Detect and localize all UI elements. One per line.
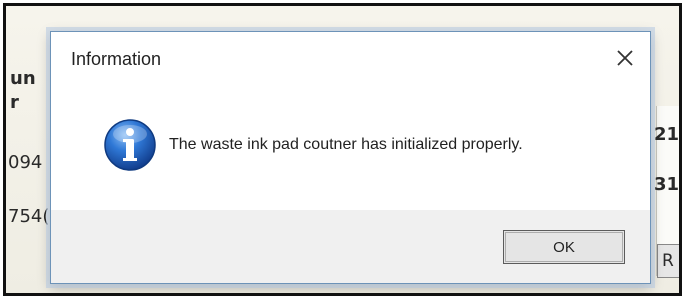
dialog-content: The waste ink pad coutner has initialize… <box>51 84 650 210</box>
ok-button-label: OK <box>553 238 575 256</box>
background-text: r <box>10 92 19 113</box>
background-button[interactable]: R <box>657 244 679 278</box>
dialog-footer: OK <box>51 210 650 283</box>
close-button[interactable] <box>610 44 640 72</box>
dialog-title: Information <box>71 49 162 69</box>
screen-frame: un r 094 754( 21 31 R Information The wa… <box>3 3 682 296</box>
background-text: 31 <box>653 174 679 195</box>
dialog-titlebar[interactable]: Information <box>51 32 650 84</box>
dialog-message: The waste ink pad coutner has initialize… <box>169 136 523 153</box>
info-icon <box>103 118 157 172</box>
background-text: 094 <box>8 152 43 173</box>
background-button-label: R <box>662 251 674 271</box>
close-icon <box>616 49 634 67</box>
background-text: 754( <box>8 206 50 227</box>
background-text: 21 <box>653 124 679 145</box>
information-dialog: Information The waste ink pad coutner ha… <box>50 31 651 284</box>
background-text: un <box>10 68 36 89</box>
ok-button[interactable]: OK <box>503 230 625 264</box>
